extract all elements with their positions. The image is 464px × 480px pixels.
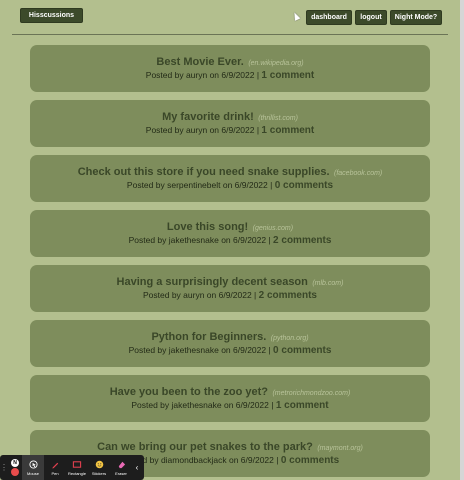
post-title-link[interactable]: My favorite drink! [162,111,254,123]
post-domain: (thrillist.com) [258,115,298,122]
record-icon[interactable] [11,468,19,476]
post-byline: Posted by serpentinebelt on 6/9/2022 | [126,180,273,190]
post-title-link[interactable]: Have you been to the zoo yet? [110,386,268,398]
post-domain: (facebook.com) [334,170,383,177]
tool-pen[interactable]: Pen [44,455,66,480]
post-byline: Posted by diamondbackjack on 6/9/2022 | [120,455,279,465]
tool-label: Pen [51,471,59,476]
post-title-line: Have you been to the zoo yet? (metrorich… [30,382,430,400]
tool-stickers[interactable]: Stickers [88,455,110,480]
post-comments-link[interactable]: 0 comments [275,180,333,191]
post-byline: Posted by jakethesnake on 6/9/2022 | [131,400,274,410]
tool-label: Mouse [26,471,39,476]
sticker-icon [94,459,104,469]
annotation-toolbar: ⋮ N Mouse Pen Rectangle Stickers Eraser … [0,455,144,480]
post-title-line: Best Movie Ever. (en.wikipedia.org) [30,52,430,70]
post-title-line: Python for Beginners. (python.org) [30,327,430,345]
post-byline: Posted by auryn on 6/9/2022 | [143,290,257,300]
post-byline: Posted by auryn on 6/9/2022 | [145,125,260,135]
post-meta: Posted by serpentinebelt on 6/9/2022 | 0… [30,180,430,191]
tool-label: Eraser [115,471,127,476]
post-title-link[interactable]: Having a surprisingly decent season [117,276,308,288]
night-mode-button[interactable]: Night Mode? [390,10,442,25]
post-title-link[interactable]: Can we bring our pet snakes to the park? [97,441,313,453]
post-card[interactable]: My favorite drink! (thrillist.com) Poste… [30,100,430,147]
page: Hisscussions dashboard logout Night Mode… [0,0,464,480]
site-title-button[interactable]: Hisscussions [20,8,83,23]
post-title-link[interactable]: Check out this store if you need snake s… [78,166,330,178]
post-title-link[interactable]: Best Movie Ever. [156,56,243,68]
post-meta: Posted by jakethesnake on 6/9/2022 | 0 c… [30,345,430,356]
post-card[interactable]: Having a surprisingly decent season (mlb… [30,265,430,312]
post-byline: Posted by jakethesnake on 6/9/2022 | [128,345,271,355]
tool-rectangle[interactable]: Rectangle [66,455,88,480]
tool-eraser[interactable]: Eraser [110,455,132,480]
post-byline: Posted by auryn on 6/9/2022 | [145,70,260,80]
post-comments-link[interactable]: 2 comments [273,235,331,246]
post-domain: (en.wikipedia.org) [248,60,304,67]
post-domain: (python.org) [270,335,309,342]
post-title-line: Check out this store if you need snake s… [30,162,430,180]
post-domain: (maymont.org) [317,445,363,452]
post-title-line: Love this song! (genius.com) [30,217,430,235]
logout-button[interactable]: logout [355,10,387,25]
mouse-icon [28,459,38,469]
tool-label: Stickers [91,471,107,476]
tool-label: Rectangle [67,471,86,476]
post-title-link[interactable]: Python for Beginners. [151,331,266,343]
toolbar-avatar-icon[interactable]: N [11,459,19,467]
post-meta: Posted by auryn on 6/9/2022 | 1 comment [30,125,430,136]
post-comments-link[interactable]: 1 comment [261,125,314,136]
post-comments-link[interactable]: 1 comment [276,400,329,411]
tool-mouse[interactable]: Mouse [22,455,44,480]
post-card[interactable]: Have you been to the zoo yet? (metrorich… [30,375,430,422]
mouse-cursor-icon [291,11,301,21]
post-comments-link[interactable]: 2 comments [259,290,317,301]
post-title-line: Can we bring our pet snakes to the park?… [30,437,430,455]
post-title-line: My favorite drink! (thrillist.com) [30,107,430,125]
toolbar-status: N [8,459,22,476]
post-meta: Posted by jakethesnake on 6/9/2022 | 2 c… [30,235,430,246]
dashboard-button[interactable]: dashboard [306,10,352,25]
post-card[interactable]: Love this song! (genius.com) Posted by j… [30,210,430,257]
post-meta: Posted by jakethesnake on 6/9/2022 | 1 c… [30,400,430,411]
pen-icon [50,459,60,469]
header-divider [12,34,448,35]
vertical-scrollbar[interactable] [460,0,464,480]
eraser-icon [116,459,126,469]
post-domain: (metrorichmondzoo.com) [272,390,351,397]
post-domain: (mlb.com) [312,280,344,287]
drag-handle-icon[interactable]: ⋮ [0,455,8,480]
post-title-link[interactable]: Love this song! [167,221,248,233]
post-card[interactable]: Python for Beginners. (python.org) Poste… [30,320,430,367]
rectangle-icon [72,459,82,469]
post-meta: Posted by auryn on 6/9/2022 | 1 comment [30,70,430,81]
post-meta: Posted by auryn on 6/9/2022 | 2 comments [30,290,430,301]
post-comments-link[interactable]: 0 comments [273,345,331,356]
post-comments-link[interactable]: 0 comments [281,455,339,466]
post-domain: (genius.com) [252,225,294,232]
post-card[interactable]: Best Movie Ever. (en.wikipedia.org) Post… [30,45,430,92]
post-byline: Posted by jakethesnake on 6/9/2022 | [128,235,271,245]
post-card[interactable]: Check out this store if you need snake s… [30,155,430,202]
post-comments-link[interactable]: 1 comment [261,70,314,81]
post-title-line: Having a surprisingly decent season (mlb… [30,272,430,290]
collapse-chevron-icon[interactable]: ‹ [132,455,142,480]
